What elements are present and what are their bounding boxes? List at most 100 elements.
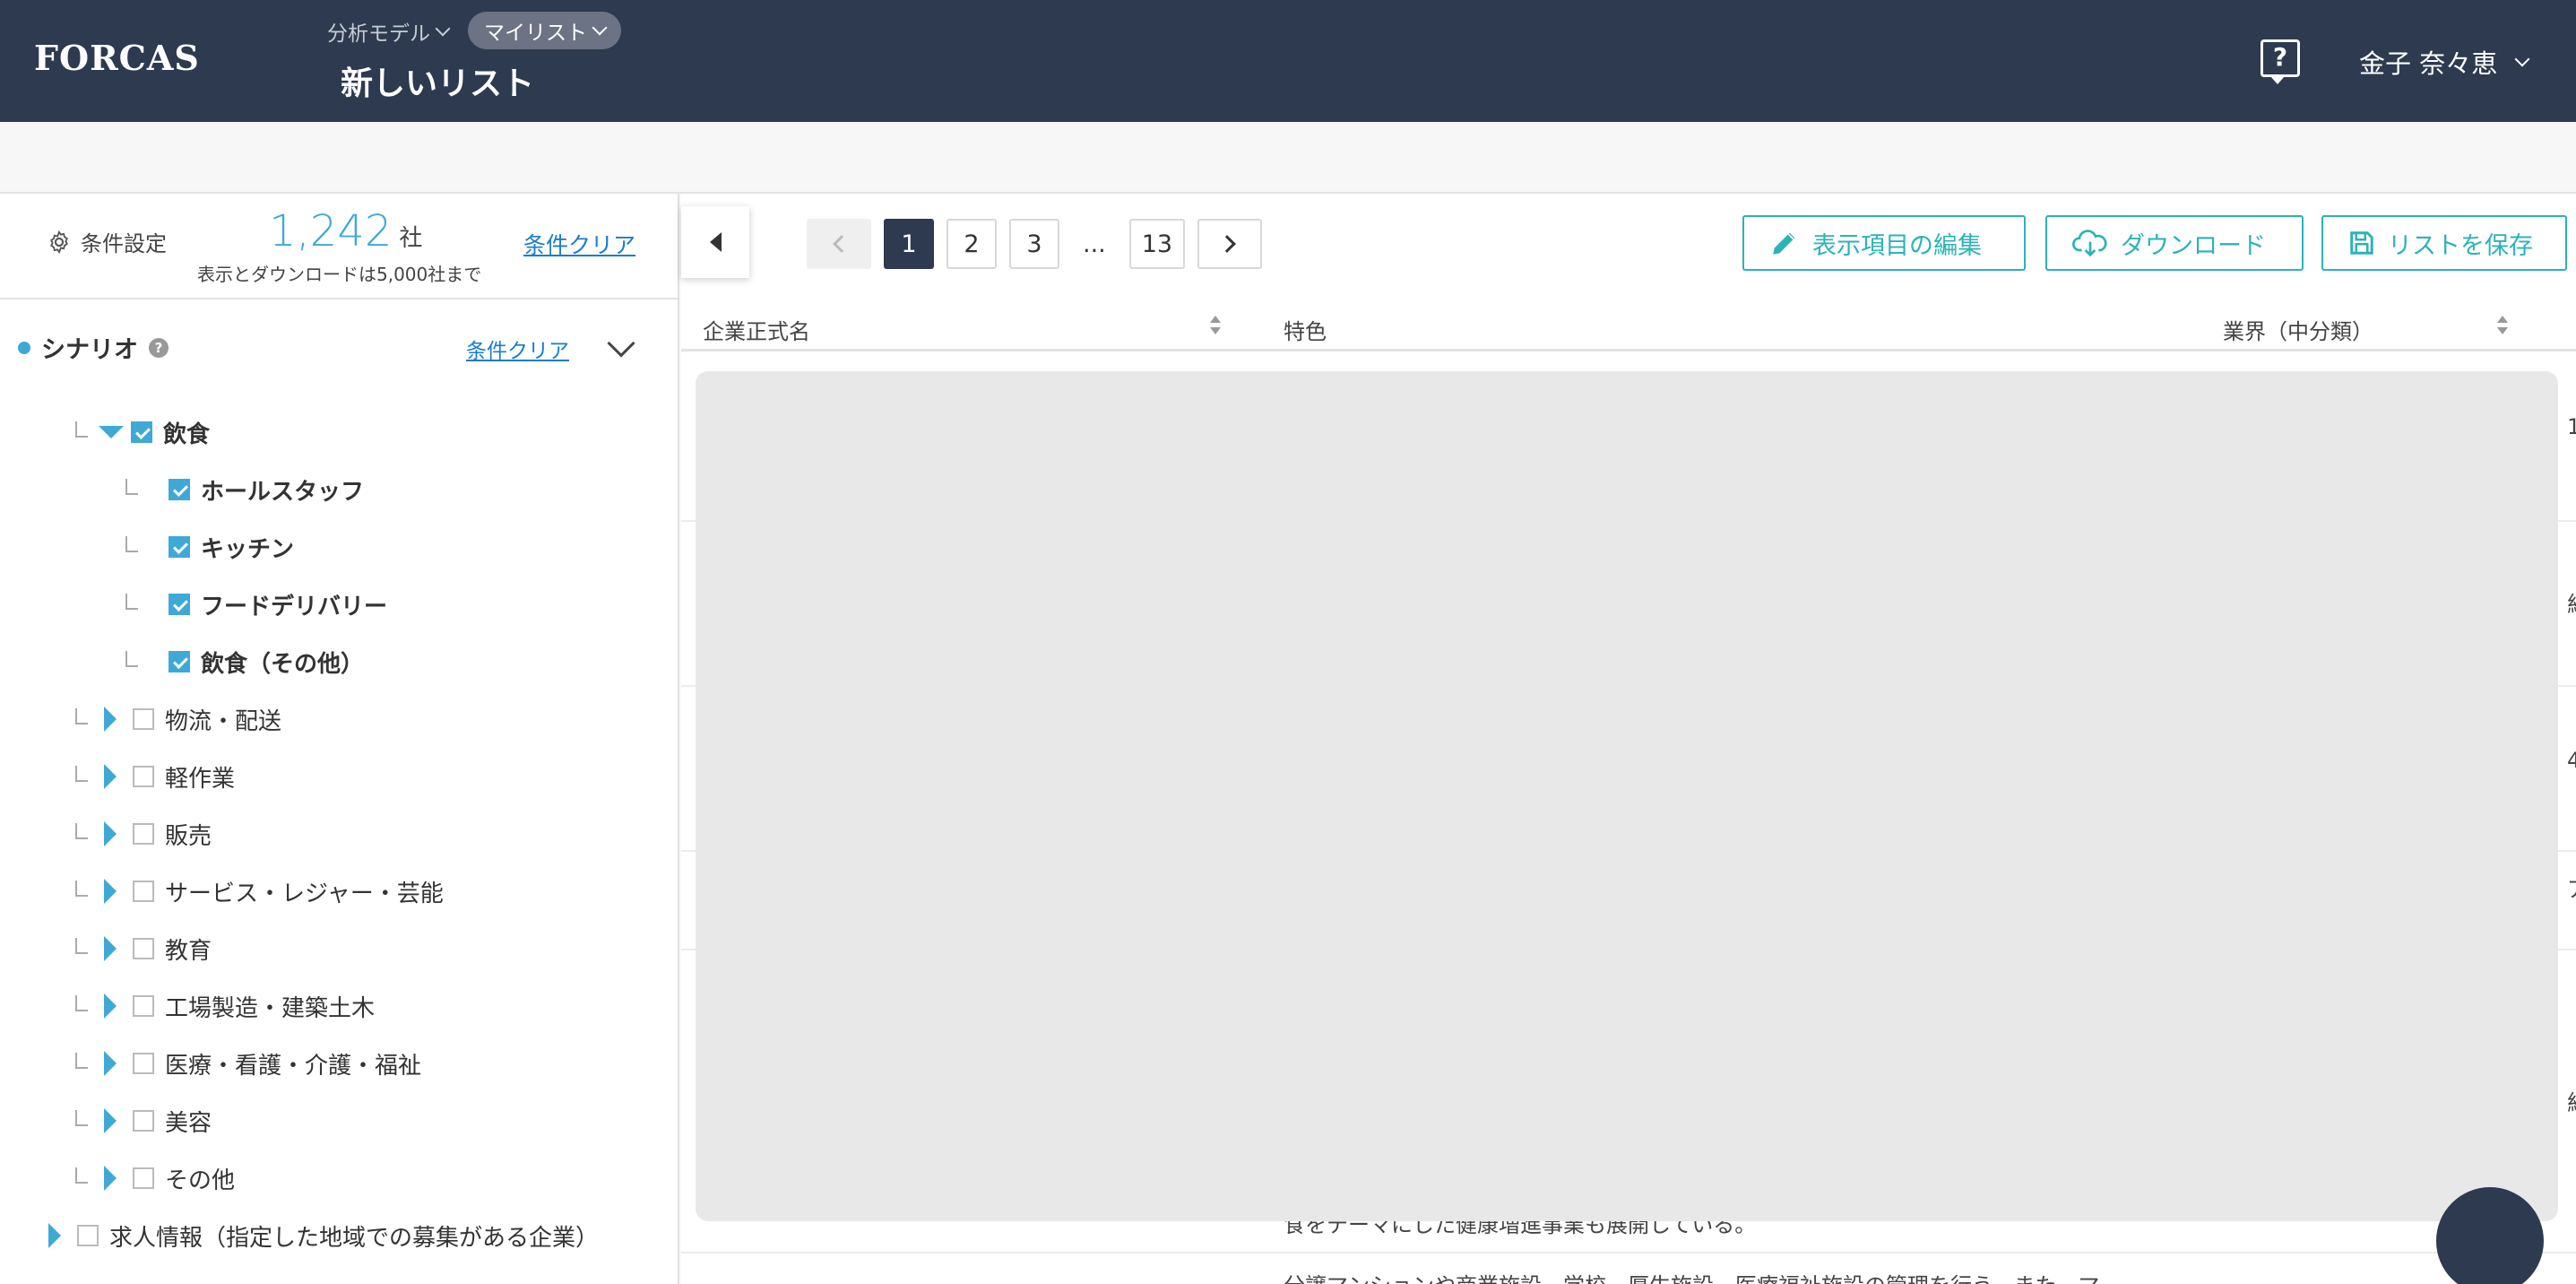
tree-item-factory-construction[interactable]: 工場製造・建築土木 [75, 988, 375, 1024]
checkbox[interactable] [169, 651, 190, 672]
checkbox[interactable] [133, 823, 154, 845]
tree-item-kitchen[interactable]: キッチン [125, 529, 294, 565]
nav-analysis-model[interactable]: 分析モデル [327, 16, 451, 47]
user-name: 金子 奈々恵 [2359, 48, 2498, 79]
tree-branch-icon [125, 479, 138, 495]
caret-right-icon[interactable] [104, 936, 117, 961]
collapse-sidebar-button[interactable] [681, 206, 749, 278]
chat-bubble-button[interactable] [2436, 1187, 2544, 1284]
tree-branch-icon [75, 995, 88, 1011]
column-header-feature[interactable]: 特色 [1284, 314, 1327, 345]
sort-icon[interactable] [1210, 316, 1221, 337]
download-label: ダウンロード [2121, 231, 2266, 260]
feature-cell-text: 分譲マンションや商業施設、学校、厚生施設、医療福祉施設の管理を行う。また、マ [1284, 1268, 2100, 1284]
result-count-value: 1,242 [269, 206, 393, 256]
tree-branch-icon [75, 1167, 88, 1184]
checkbox[interactable] [169, 479, 190, 500]
caret-right-icon[interactable] [104, 707, 117, 732]
tree-item-food[interactable]: 飲食 [75, 414, 210, 450]
loading-skeleton [696, 371, 2558, 1221]
tree-branch-icon [125, 651, 138, 667]
chevron-down-icon[interactable] [607, 329, 635, 358]
help-icon[interactable]: ? [2260, 39, 2300, 84]
condition-settings-label: 条件設定 [81, 231, 167, 256]
main-content: 1 2 3 ... 13 表示項目の編集 ダウンロード リストを保存 企業正式名… [681, 194, 2576, 1284]
scenario-dot-icon [18, 341, 30, 354]
next-page-button[interactable] [1197, 219, 1263, 269]
checkbox[interactable] [133, 766, 154, 787]
checkbox[interactable] [133, 881, 154, 902]
column-header-industry[interactable]: 業界（中分類） [2223, 314, 2373, 345]
tree-item-service-leisure[interactable]: サービス・レジャー・芸能 [75, 873, 444, 909]
caret-right-icon[interactable] [104, 1051, 117, 1076]
caret-down-icon[interactable] [99, 426, 124, 438]
chevron-down-icon [2514, 51, 2530, 67]
tree-item-label: 飲食 [163, 421, 211, 448]
tree-branch-icon [75, 938, 88, 954]
checkbox[interactable] [131, 421, 152, 443]
cell-edge-text: 紀 [2567, 586, 2576, 618]
page-button[interactable]: 1 [884, 219, 934, 269]
tree-branch-icon [125, 536, 138, 552]
caret-right-icon[interactable] [48, 1223, 61, 1248]
chevron-right-icon [1218, 235, 1237, 253]
tree-item-sales[interactable]: 販売 [75, 816, 212, 852]
edit-columns-button[interactable]: 表示項目の編集 [1742, 215, 2026, 271]
scenario-heading: シナリオ ? [18, 330, 169, 365]
page-button[interactable]: 13 [1128, 219, 1186, 269]
save-icon [2350, 231, 2373, 255]
caret-right-icon[interactable] [104, 993, 117, 1019]
checkbox[interactable] [169, 536, 190, 558]
condition-settings-button[interactable]: 条件設定 [47, 226, 167, 257]
checkbox[interactable] [133, 1110, 154, 1132]
tree-item-other[interactable]: その他 [75, 1160, 235, 1196]
checkbox[interactable] [133, 708, 154, 730]
tree-item-food-delivery[interactable]: フードデリバリー [125, 586, 387, 622]
tree-item-logistics[interactable]: 物流・配送 [75, 701, 281, 737]
caret-right-icon[interactable] [104, 879, 117, 904]
condition-header: 条件設定 1,242 社 表示とダウンロードは5,000社まで 条件クリア [0, 194, 678, 299]
nav-mylist[interactable]: マイリスト [468, 12, 621, 49]
download-button[interactable]: ダウンロード [2045, 215, 2304, 271]
tree-item-education[interactable]: 教育 [75, 931, 212, 967]
tree-item-label: 美容 [165, 1109, 212, 1137]
scenario-label: シナリオ [41, 336, 138, 364]
user-menu[interactable]: 金子 奈々恵 [2359, 43, 2530, 81]
page-button[interactable]: 3 [1009, 219, 1059, 269]
logo[interactable]: FORCAS [34, 38, 200, 78]
save-list-button[interactable]: リストを保存 [2321, 215, 2567, 271]
gear-icon [50, 230, 68, 254]
sort-icon[interactable] [2497, 316, 2508, 337]
clear-scenario-link[interactable]: 条件クリア [466, 334, 569, 364]
save-list-label: リストを保存 [2388, 231, 2533, 260]
count-note: 表示とダウンロードは5,000社まで [197, 264, 482, 285]
tree-item-label: 教育 [165, 937, 212, 965]
caret-right-icon[interactable] [104, 1108, 117, 1133]
checkbox[interactable] [133, 995, 154, 1017]
page-title: 新しいリスト [341, 65, 535, 102]
tree-item-hall-staff[interactable]: ホールスタッフ [125, 472, 364, 508]
pencil-icon [1773, 232, 1795, 255]
checkbox[interactable] [133, 938, 154, 959]
caret-right-icon[interactable] [104, 764, 117, 789]
caret-right-icon[interactable] [104, 821, 117, 846]
tree-item-beauty[interactable]: 美容 [75, 1103, 212, 1139]
clear-conditions-link[interactable]: 条件クリア [523, 228, 635, 260]
column-header-company-name[interactable]: 企業正式名 [703, 314, 810, 345]
tree-item-food-other[interactable]: 飲食（その他） [125, 644, 364, 680]
page-button[interactable]: 2 [947, 219, 997, 269]
checkbox[interactable] [77, 1225, 99, 1246]
tree-item-light-work[interactable]: 軽作業 [75, 759, 235, 794]
prev-page-button[interactable] [807, 219, 871, 269]
chevron-left-icon [833, 235, 851, 253]
tree-branch-icon [75, 823, 88, 839]
tree-item-label: 飲食（その他） [201, 650, 365, 678]
caret-right-icon[interactable] [104, 1166, 117, 1191]
tree-item-medical-care[interactable]: 医療・看護・介護・福祉 [75, 1045, 421, 1081]
question-icon[interactable]: ? [149, 337, 169, 358]
pagination-ellipsis: ... [1083, 230, 1106, 258]
checkbox[interactable] [133, 1167, 154, 1189]
checkbox[interactable] [169, 594, 190, 615]
checkbox[interactable] [133, 1053, 154, 1074]
tree-item-job-info[interactable]: 求人情報（指定した地域での募集がある企業） [43, 1218, 599, 1254]
